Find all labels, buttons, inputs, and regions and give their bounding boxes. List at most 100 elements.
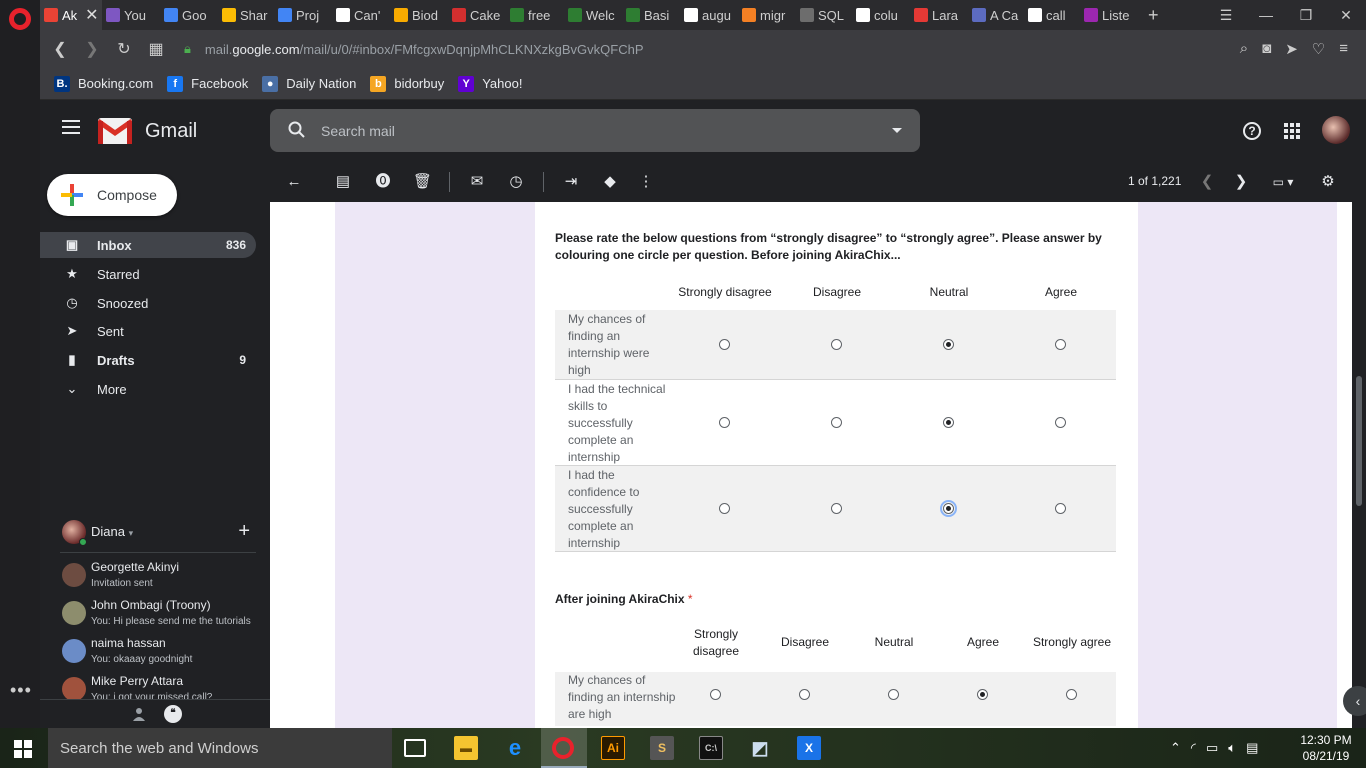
sidebar-item-snoozed[interactable]: ◷ Snoozed [40,290,256,316]
radio-option[interactable] [831,339,842,350]
radio-option[interactable] [1055,339,1066,350]
label-icon[interactable]: ◆ [601,173,619,191]
heart-icon[interactable]: ♡ [1312,40,1325,58]
search-icon[interactable] [288,121,306,139]
sidebar-item-more[interactable]: ⌄ More [40,376,256,402]
show-hidden-icons-icon[interactable]: ⌃ [1170,740,1181,756]
hangouts-contact[interactable]: naima hassan You: okaaay goodnight [60,634,256,672]
browser-tab[interactable]: Goo [160,0,218,30]
browser-tab[interactable]: Cake [448,0,506,30]
radio-option[interactable] [943,339,954,350]
restore-icon[interactable]: ❐ [1286,7,1326,24]
edge-icon[interactable]: e [503,735,527,760]
browser-tab[interactable]: Proj [274,0,332,30]
file-explorer-icon[interactable]: ▬ [454,736,478,760]
close-window-icon[interactable]: ✕ [1326,7,1366,24]
browser-tab[interactable]: colu [852,0,910,30]
radio-option[interactable] [1066,689,1077,700]
archive-icon[interactable]: ▤ [334,173,352,191]
input-tools-icon[interactable]: ▭ ▾ [1268,173,1298,191]
hangouts-contact[interactable]: John Ombagi (Troony) You: Hi please send … [60,596,256,634]
minimize-icon[interactable]: — [1246,7,1286,24]
person-icon[interactable] [132,707,146,721]
help-icon[interactable]: ? [1243,122,1261,140]
radio-option[interactable] [1055,417,1066,428]
bookmark-facebook[interactable]: f Facebook [167,75,248,92]
back-icon[interactable]: ❮ [44,39,76,59]
radio-option[interactable] [943,417,954,428]
compose-button[interactable]: Compose [47,174,177,216]
radio-option[interactable] [719,503,730,514]
delete-icon[interactable]: 🗑︎ [413,173,432,191]
url-field[interactable]: mail.google.com/mail/u/0/#inbox/FMfcgxwD… [205,42,644,57]
radio-option[interactable] [1055,503,1066,514]
browser-tab[interactable]: Basi [622,0,680,30]
browser-tab[interactable]: Shar [218,0,274,30]
sidebar-item-drafts[interactable]: ▮ Drafts 9 [40,347,256,373]
close-tab-icon[interactable]: ✕ [85,5,98,25]
radio-option[interactable] [719,417,730,428]
browser-tab[interactable]: Welc [564,0,622,30]
new-conversation-icon[interactable]: + [238,520,250,543]
opera-logo-icon[interactable] [9,8,31,30]
scrollbar[interactable] [1352,202,1366,728]
notifications-icon[interactable]: ▤ [1246,740,1258,756]
new-tab-icon[interactable]: + [1138,5,1169,26]
gmail-wordmark[interactable]: Gmail [145,120,197,143]
menu-icon[interactable]: ≡ [1339,40,1348,58]
browser-tab[interactable]: You [102,0,160,30]
forward-icon[interactable]: ❯ [76,39,108,59]
sublime-icon[interactable]: S [650,736,674,760]
radio-option[interactable] [710,689,721,700]
radio-option[interactable] [888,689,899,700]
account-avatar[interactable] [1322,116,1350,144]
browser-tab[interactable]: free [506,0,564,30]
browser-tab[interactable]: augu [680,0,738,30]
more-vert-icon[interactable]: ⋮ [637,173,655,191]
mark-unread-icon[interactable]: ✉ [468,173,486,191]
scroll-thumb[interactable] [1356,376,1362,506]
snooze-icon[interactable]: ◷ [507,173,525,191]
browser-tab[interactable]: call [1024,0,1080,30]
apps-grid-icon[interactable] [1284,123,1300,139]
more-options-icon[interactable]: ••• [10,680,32,701]
bookmark-daily-nation[interactable]: ● Daily Nation [262,75,356,92]
bookmark-bidorbuy[interactable]: b bidorbuy [370,75,444,92]
report-spam-icon[interactable]: ⓿ [374,173,392,191]
search-options-icon[interactable] [892,128,902,133]
main-menu-icon[interactable] [62,120,80,138]
hangouts-contact[interactable]: Georgette Akinyi Invitation sent [60,558,256,596]
older-icon[interactable]: ❯ [1232,173,1250,191]
search-mail-input[interactable]: Search mail [270,109,920,152]
battery-icon[interactable]: ▭ [1206,740,1218,756]
radio-option[interactable] [799,689,810,700]
radio-option[interactable] [719,339,730,350]
send-page-icon[interactable]: ➤ [1285,40,1298,58]
opera-icon[interactable] [552,737,574,759]
gmail-logo-icon[interactable] [98,118,132,144]
radio-option[interactable] [831,503,842,514]
tab-menu-icon[interactable]: ☰ [1206,7,1246,24]
back-to-inbox-icon[interactable]: ← [285,173,303,191]
browser-tab[interactable]: Lara [910,0,968,30]
browser-tab[interactable]: Biod [390,0,448,30]
browser-tab[interactable]: A Ca [968,0,1024,30]
sidebar-item-inbox[interactable]: ▣ Inbox 836 [40,232,256,258]
windows-start-icon[interactable] [14,740,32,758]
notes-app-icon[interactable]: ◩ [748,736,772,760]
xampp-icon[interactable]: X [797,736,821,760]
illustrator-icon[interactable]: Ai [601,736,625,760]
camera-icon[interactable]: ◙ [1262,40,1271,58]
show-side-panel-icon[interactable]: ‹ [1343,686,1366,716]
move-to-icon[interactable]: ⇥ [562,173,580,191]
settings-gear-icon[interactable]: ⚙ [1319,173,1337,191]
newer-icon[interactable]: ❮ [1198,173,1216,191]
browser-tab[interactable]: SQL [796,0,852,30]
taskbar-search-input[interactable]: Search the web and Windows [48,728,392,768]
browser-tab[interactable]: Ak ✕ [40,0,102,30]
terminal-icon[interactable]: C:\ [699,736,723,760]
bookmark-booking-com[interactable]: B. Booking.com [54,75,153,92]
hangouts-chat-icon[interactable]: ❝ [164,705,182,723]
radio-option[interactable] [977,689,988,700]
taskbar-clock[interactable]: 12:30 PM 08/21/19 [1296,732,1356,764]
